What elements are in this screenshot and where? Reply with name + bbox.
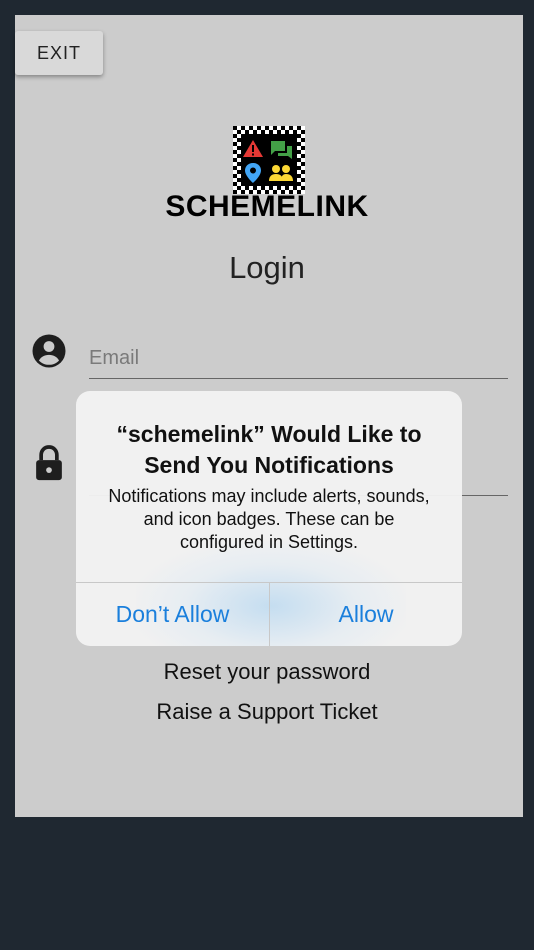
exit-button[interactable]: EXIT xyxy=(15,31,103,75)
dialog-message: Notifications may include alerts, sounds… xyxy=(108,486,430,552)
exit-button-label: EXIT xyxy=(36,42,81,63)
brand-name: SCHEMELINK xyxy=(165,190,369,223)
page-title: Login xyxy=(229,250,305,285)
dont-allow-button[interactable]: Don’t Allow xyxy=(76,583,269,646)
people-icon xyxy=(269,165,293,181)
reset-password-link[interactable]: Reset your password xyxy=(0,659,534,685)
support-ticket-link[interactable]: Raise a Support Ticket xyxy=(0,699,534,725)
allow-label: Allow xyxy=(338,601,394,627)
notification-permission-dialog: “schemelink” Would Like to Send You Noti… xyxy=(76,391,462,646)
lock-icon xyxy=(31,443,67,483)
dialog-title: “schemelink” Would Like to Send You Noti… xyxy=(116,421,422,478)
logo-graphic xyxy=(243,140,293,183)
allow-button[interactable]: Allow xyxy=(270,583,462,646)
email-field[interactable] xyxy=(89,338,508,379)
schemelink-logo xyxy=(233,126,305,194)
chat-icon xyxy=(271,141,292,159)
account-circle-icon xyxy=(31,333,67,369)
location-pin-icon xyxy=(245,163,261,183)
warning-icon xyxy=(243,140,263,157)
dont-allow-label: Don’t Allow xyxy=(115,601,230,627)
